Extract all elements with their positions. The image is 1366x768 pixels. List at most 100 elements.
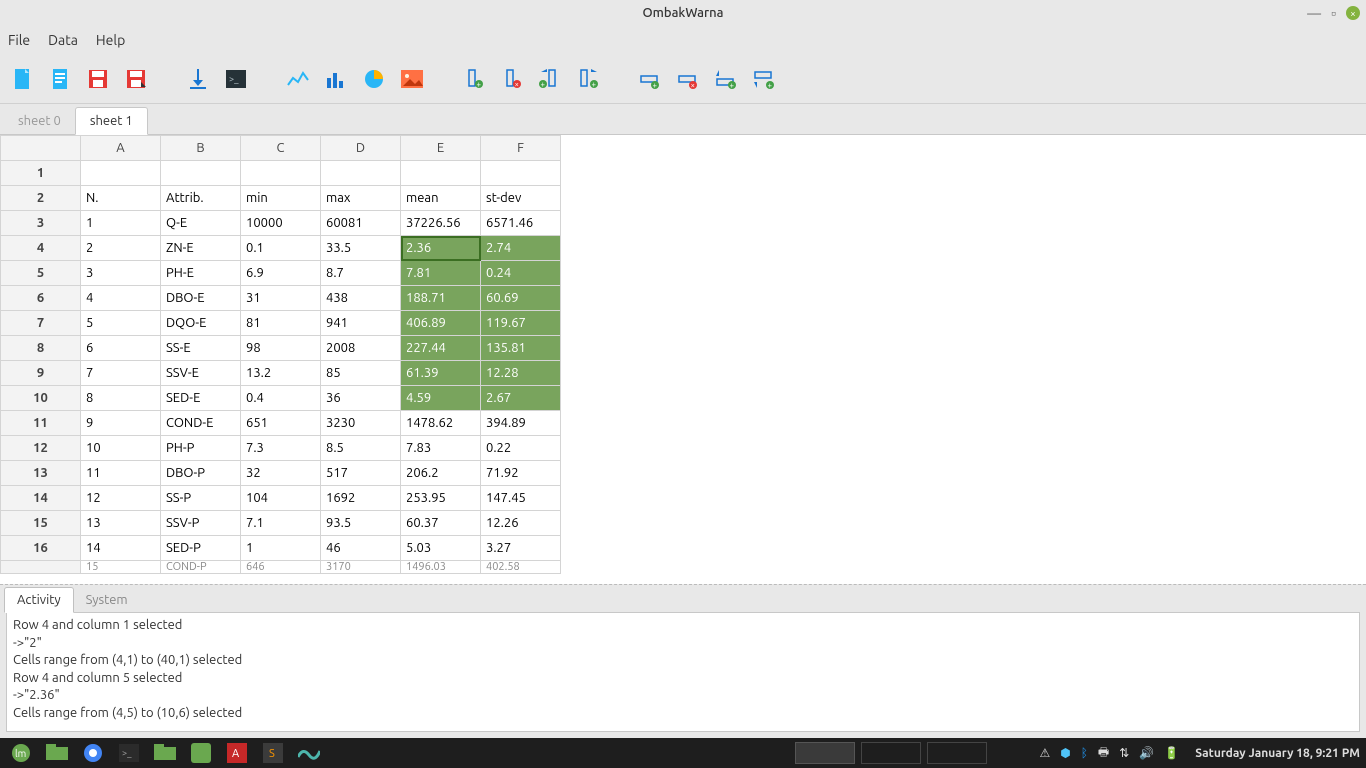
pie-chart-icon[interactable] bbox=[362, 67, 386, 91]
cell[interactable]: 8 bbox=[81, 386, 161, 411]
cell[interactable]: 61.39 bbox=[401, 361, 481, 386]
files-2-icon[interactable] bbox=[150, 741, 180, 765]
row-header[interactable]: 9 bbox=[1, 361, 81, 386]
menu-file[interactable]: File bbox=[8, 32, 30, 48]
row-header[interactable]: 3 bbox=[1, 211, 81, 236]
cell[interactable] bbox=[161, 161, 241, 186]
cell[interactable]: SS-P bbox=[161, 486, 241, 511]
cell[interactable]: st-dev bbox=[481, 186, 561, 211]
taskbar-window-slot[interactable] bbox=[927, 742, 987, 764]
cell[interactable]: 941 bbox=[321, 311, 401, 336]
close-button[interactable]: × bbox=[1346, 6, 1360, 20]
mint-menu-icon[interactable] bbox=[186, 741, 216, 765]
tab-system[interactable]: System bbox=[74, 588, 140, 612]
remove-row-icon[interactable]: × bbox=[676, 67, 700, 91]
cell[interactable]: 646 bbox=[241, 561, 321, 574]
terminal-app-icon[interactable]: >_ bbox=[114, 741, 144, 765]
cell[interactable]: 406.89 bbox=[401, 311, 481, 336]
cell[interactable]: 10 bbox=[81, 436, 161, 461]
cell[interactable] bbox=[481, 161, 561, 186]
taskbar-active-window[interactable] bbox=[795, 742, 855, 764]
cell[interactable]: 37226.56 bbox=[401, 211, 481, 236]
cell[interactable]: 2.74 bbox=[481, 236, 561, 261]
import-icon[interactable] bbox=[186, 67, 210, 91]
bar-chart-icon[interactable] bbox=[324, 67, 348, 91]
cell[interactable]: 119.67 bbox=[481, 311, 561, 336]
save-icon[interactable] bbox=[86, 67, 110, 91]
cell[interactable]: 31 bbox=[241, 286, 321, 311]
cell[interactable]: 2 bbox=[81, 236, 161, 261]
cell[interactable]: DBO-E bbox=[161, 286, 241, 311]
cell[interactable]: 5.03 bbox=[401, 536, 481, 561]
cell[interactable]: 1478.62 bbox=[401, 411, 481, 436]
remove-column-icon[interactable]: × bbox=[500, 67, 524, 91]
cell[interactable]: 0.4 bbox=[241, 386, 321, 411]
insert-column-left-icon[interactable]: + bbox=[538, 67, 562, 91]
terminal-icon[interactable]: >_ bbox=[224, 67, 248, 91]
cell[interactable]: 227.44 bbox=[401, 336, 481, 361]
maximize-button[interactable]: ▫ bbox=[1331, 5, 1336, 21]
cell[interactable]: 0.24 bbox=[481, 261, 561, 286]
cell[interactable]: 104 bbox=[241, 486, 321, 511]
cell[interactable]: 36 bbox=[321, 386, 401, 411]
new-file-icon[interactable] bbox=[10, 67, 34, 91]
column-header-D[interactable]: D bbox=[321, 136, 401, 161]
clock[interactable]: Saturday January 18, 9:21 PM bbox=[1195, 747, 1360, 760]
cell[interactable]: 46 bbox=[321, 536, 401, 561]
cell[interactable]: 85 bbox=[321, 361, 401, 386]
cell[interactable]: 6571.46 bbox=[481, 211, 561, 236]
chromium-icon[interactable] bbox=[78, 741, 108, 765]
cell[interactable]: 2.67 bbox=[481, 386, 561, 411]
tab-activity[interactable]: Activity bbox=[4, 587, 74, 613]
cell[interactable]: 93.5 bbox=[321, 511, 401, 536]
cell[interactable]: 438 bbox=[321, 286, 401, 311]
cell[interactable]: 12.26 bbox=[481, 511, 561, 536]
row-header[interactable]: 12 bbox=[1, 436, 81, 461]
cell[interactable]: 2008 bbox=[321, 336, 401, 361]
menu-help[interactable]: Help bbox=[96, 32, 125, 48]
cell[interactable]: 7.3 bbox=[241, 436, 321, 461]
add-row-icon[interactable]: + bbox=[638, 67, 662, 91]
row-header[interactable]: 4 bbox=[1, 236, 81, 261]
cell[interactable]: 1496.03 bbox=[401, 561, 481, 574]
printer-icon[interactable]: 🖶 bbox=[1098, 743, 1109, 764]
cell[interactable]: 13.2 bbox=[241, 361, 321, 386]
cell[interactable]: 1 bbox=[241, 536, 321, 561]
cell[interactable]: 60.37 bbox=[401, 511, 481, 536]
column-header-C[interactable]: C bbox=[241, 136, 321, 161]
cell[interactable]: min bbox=[241, 186, 321, 211]
cell[interactable]: 135.81 bbox=[481, 336, 561, 361]
cell[interactable]: 3.27 bbox=[481, 536, 561, 561]
row-header[interactable]: 16 bbox=[1, 536, 81, 561]
column-header-F[interactable]: F bbox=[481, 136, 561, 161]
line-chart-icon[interactable] bbox=[286, 67, 310, 91]
cell[interactable]: 8.7 bbox=[321, 261, 401, 286]
app-wave-icon[interactable] bbox=[294, 741, 324, 765]
tab-sheet-1[interactable]: sheet 1 bbox=[75, 107, 148, 135]
row-header[interactable]: 7 bbox=[1, 311, 81, 336]
cell[interactable]: DQO-E bbox=[161, 311, 241, 336]
start-menu-icon[interactable]: lm bbox=[6, 741, 36, 765]
cell[interactable]: 0.22 bbox=[481, 436, 561, 461]
row-header[interactable]: 5 bbox=[1, 261, 81, 286]
cell[interactable] bbox=[241, 161, 321, 186]
insert-row-below-icon[interactable]: + bbox=[752, 67, 776, 91]
cell[interactable]: SED-P bbox=[161, 536, 241, 561]
cell[interactable]: SSV-E bbox=[161, 361, 241, 386]
row-header[interactable]: 10 bbox=[1, 386, 81, 411]
cell[interactable] bbox=[81, 161, 161, 186]
cell[interactable]: 12 bbox=[81, 486, 161, 511]
cell[interactable]: COND-E bbox=[161, 411, 241, 436]
cell[interactable]: 32 bbox=[241, 461, 321, 486]
cell[interactable]: 6.9 bbox=[241, 261, 321, 286]
cell[interactable]: 81 bbox=[241, 311, 321, 336]
cell[interactable]: 7.1 bbox=[241, 511, 321, 536]
cell[interactable]: 10000 bbox=[241, 211, 321, 236]
cell[interactable]: 7 bbox=[81, 361, 161, 386]
volume-icon[interactable]: 🔊 bbox=[1139, 746, 1154, 760]
cell[interactable]: 33.5 bbox=[321, 236, 401, 261]
cell[interactable]: 206.2 bbox=[401, 461, 481, 486]
menu-data[interactable]: Data bbox=[48, 32, 78, 48]
row-header[interactable]: 1 bbox=[1, 161, 81, 186]
row-header[interactable]: 2 bbox=[1, 186, 81, 211]
